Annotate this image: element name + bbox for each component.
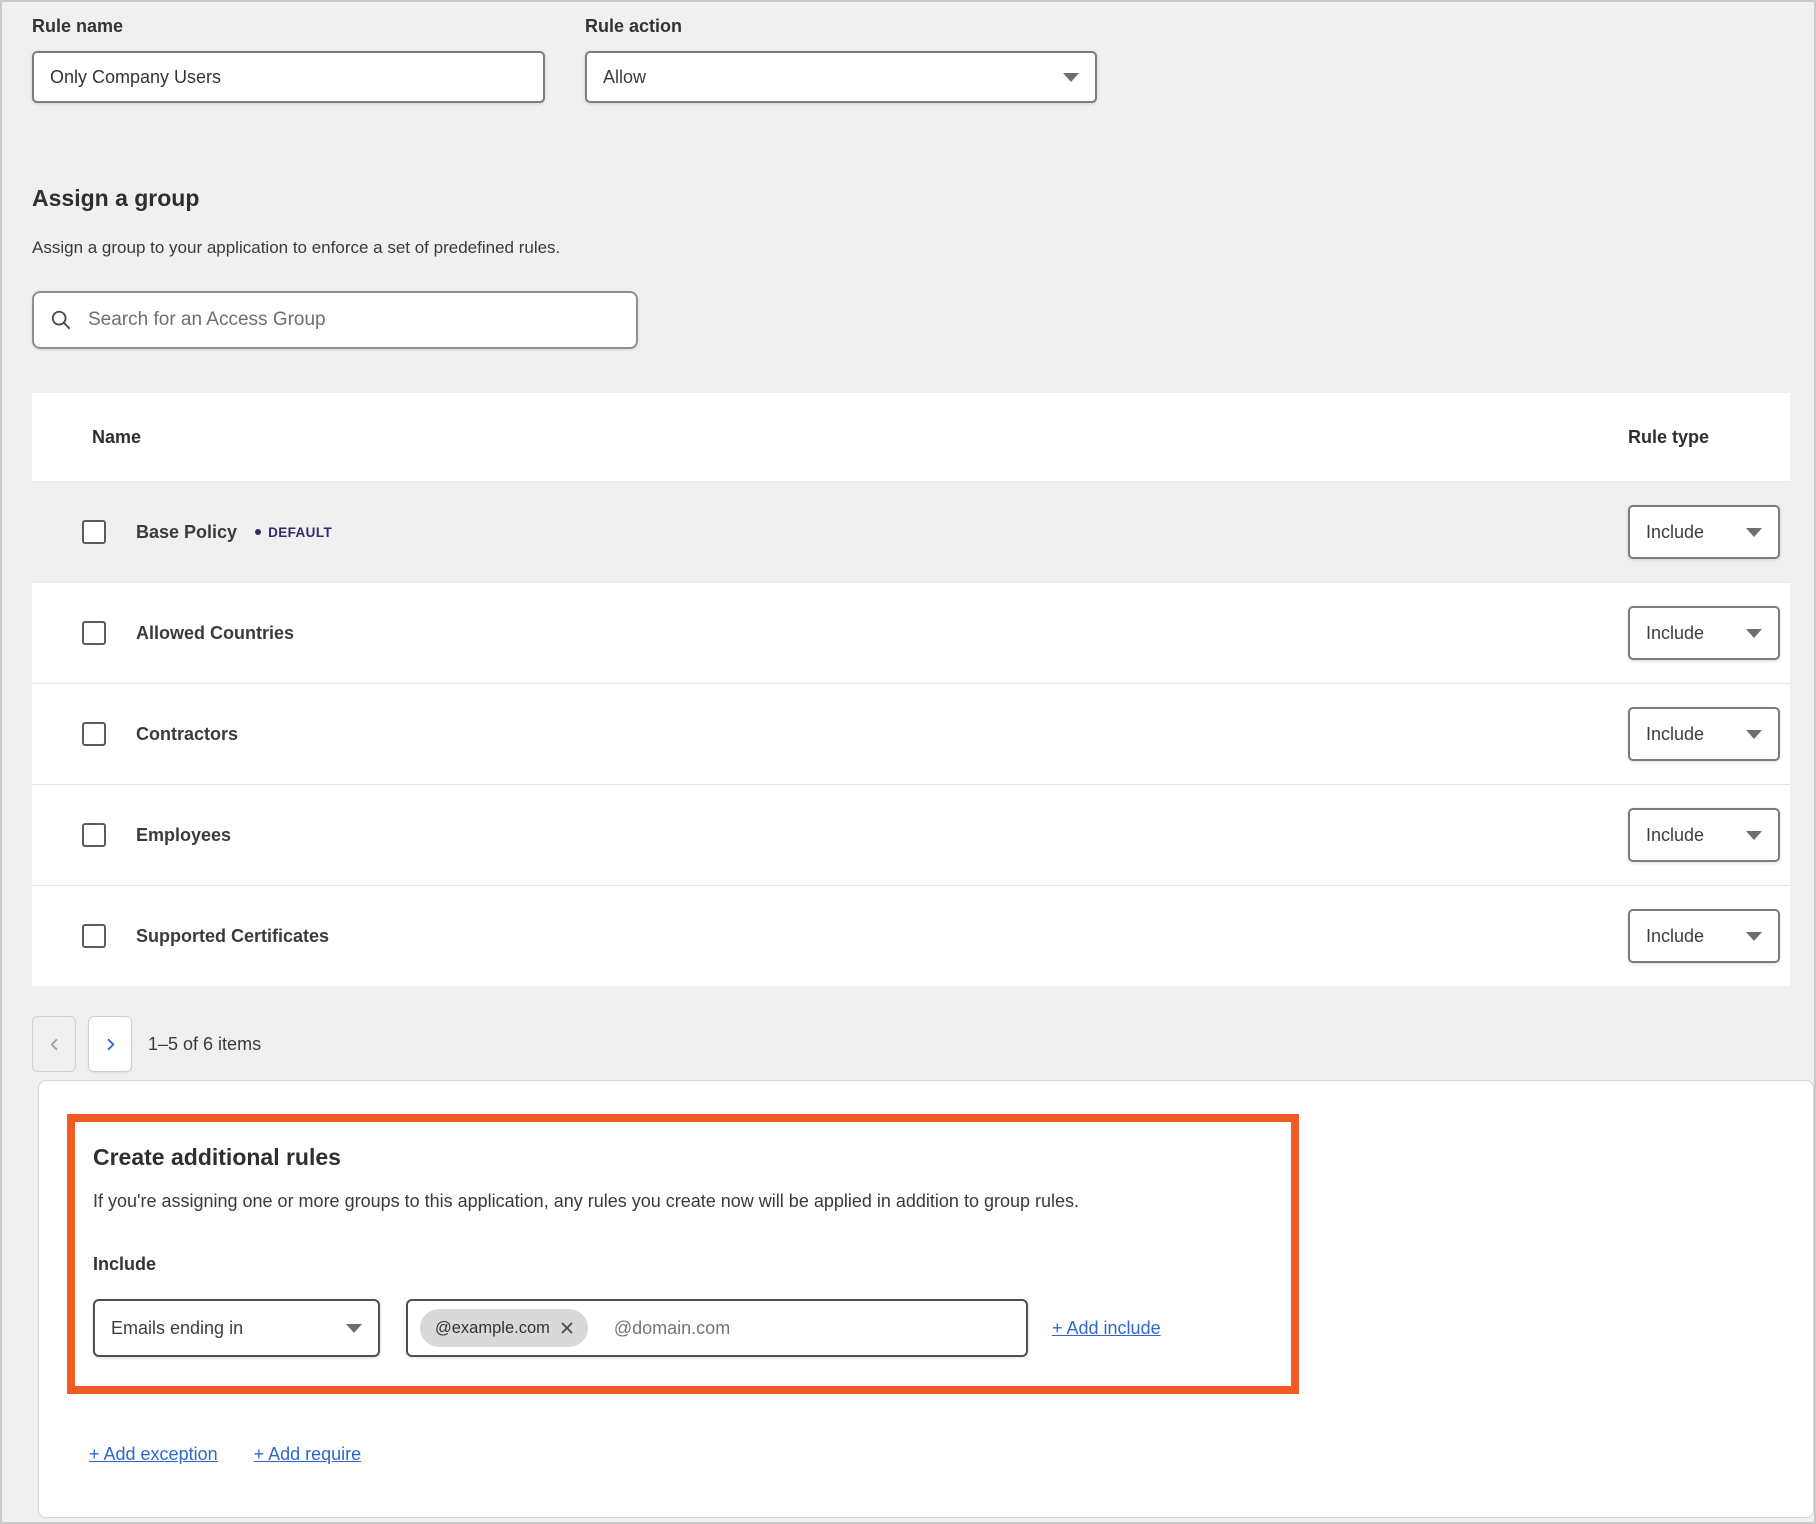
group-name: Base Policy: [136, 522, 237, 543]
table-row: Contractors Include: [32, 683, 1790, 784]
table-header: Name Rule type: [32, 393, 1790, 481]
chevron-down-icon: [1746, 932, 1762, 941]
chevron-down-icon: [1746, 629, 1762, 638]
create-rules-heading: Create additional rules: [93, 1144, 1267, 1171]
assign-group-heading: Assign a group: [32, 185, 1814, 212]
bullet-icon: [255, 529, 261, 535]
table-row: Employees Include: [32, 784, 1790, 885]
next-page-button[interactable]: [88, 1016, 132, 1072]
include-rule-row: Emails ending in @example.com @domain: [93, 1299, 1267, 1357]
table-row: Allowed Countries Include: [32, 582, 1790, 683]
rule-type-select[interactable]: Include: [1628, 505, 1780, 559]
rule-type-select[interactable]: Include: [1628, 808, 1780, 862]
rule-type-value: Include: [1646, 522, 1704, 543]
create-rules-description: If you're assigning one or more groups t…: [93, 1191, 1267, 1212]
rule-action-select[interactable]: Allow: [585, 51, 1097, 103]
chevron-left-icon: [47, 1037, 62, 1052]
row-checkbox[interactable]: [82, 823, 106, 847]
search-icon: [50, 309, 72, 331]
chevron-down-icon: [1746, 730, 1762, 739]
row-checkbox[interactable]: [82, 520, 106, 544]
email-tag-label: @example.com: [435, 1319, 550, 1338]
default-badge: DEFAULT: [255, 525, 332, 540]
remove-tag-icon[interactable]: [561, 1322, 573, 1334]
rule-criteria-select[interactable]: Emails ending in: [93, 1299, 380, 1357]
row-checkbox[interactable]: [82, 924, 106, 948]
rule-type-value: Include: [1646, 825, 1704, 846]
pagination-label: 1–5 of 6 items: [148, 1034, 261, 1055]
email-tag: @example.com: [420, 1309, 588, 1347]
assign-group-description: Assign a group to your application to en…: [32, 238, 1814, 258]
search-input[interactable]: [86, 308, 620, 332]
add-require-link[interactable]: + Add require: [254, 1444, 362, 1465]
chevron-down-icon: [346, 1324, 362, 1333]
column-header-rule-type: Rule type: [1628, 427, 1784, 448]
chevron-down-icon: [1746, 528, 1762, 537]
highlighted-region: Create additional rules If you're assign…: [67, 1114, 1299, 1394]
pagination: 1–5 of 6 items: [32, 1016, 1814, 1072]
rule-action-field: Rule action Allow: [585, 16, 1097, 103]
group-name: Employees: [136, 825, 231, 846]
default-badge-label: DEFAULT: [268, 525, 332, 540]
rule-type-select[interactable]: Include: [1628, 909, 1780, 963]
chevron-right-icon: [103, 1037, 118, 1052]
add-include-link[interactable]: + Add include: [1052, 1318, 1161, 1339]
rule-type-select[interactable]: Include: [1628, 606, 1780, 660]
add-exception-link[interactable]: + Add exception: [89, 1444, 218, 1465]
rule-name-input[interactable]: [32, 51, 545, 103]
rule-criteria-value: Emails ending in: [111, 1318, 243, 1339]
rule-name-field: Rule name: [32, 16, 545, 103]
chevron-down-icon: [1746, 831, 1762, 840]
row-checkbox[interactable]: [82, 621, 106, 645]
rule-type-value: Include: [1646, 926, 1704, 947]
group-name: Contractors: [136, 724, 238, 745]
rule-form: Rule name Rule action Allow: [32, 16, 1814, 103]
column-header-name: Name: [92, 427, 141, 448]
chevron-down-icon: [1063, 73, 1079, 82]
rule-type-select[interactable]: Include: [1628, 707, 1780, 761]
access-rule-page: Rule name Rule action Allow Assign a gro…: [0, 0, 1816, 1524]
rule-links-row: + Add exception + Add require: [89, 1444, 1813, 1465]
include-label: Include: [93, 1254, 1267, 1275]
email-domains-input[interactable]: @example.com @domain.com: [406, 1299, 1028, 1357]
rule-action-label: Rule action: [585, 16, 1097, 37]
additional-rules-card: Create additional rules If you're assign…: [38, 1080, 1814, 1518]
access-groups-table: Name Rule type Base Policy DEFAULT Inclu…: [32, 393, 1790, 986]
email-input-placeholder: @domain.com: [614, 1318, 730, 1339]
rule-type-value: Include: [1646, 623, 1704, 644]
group-name: Supported Certificates: [136, 926, 329, 947]
table-row: Base Policy DEFAULT Include: [32, 481, 1790, 582]
group-name: Allowed Countries: [136, 623, 294, 644]
rule-name-label: Rule name: [32, 16, 545, 37]
rule-type-value: Include: [1646, 724, 1704, 745]
prev-page-button[interactable]: [32, 1016, 76, 1072]
row-checkbox[interactable]: [82, 722, 106, 746]
rule-action-value: Allow: [603, 67, 646, 88]
access-group-search[interactable]: [32, 291, 638, 349]
table-row: Supported Certificates Include: [32, 885, 1790, 986]
